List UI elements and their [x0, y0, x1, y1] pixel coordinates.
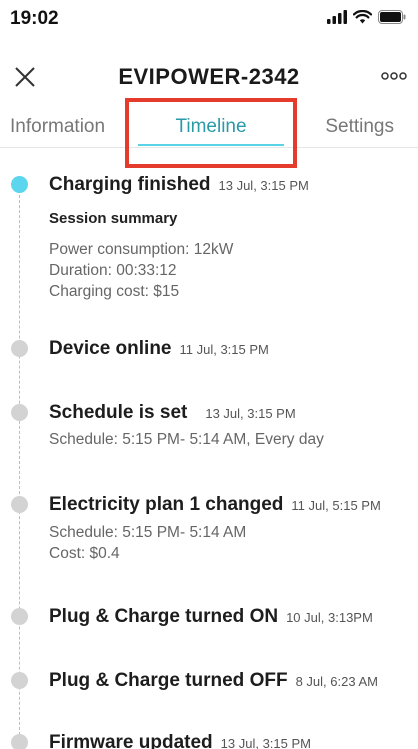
event-detail: Power consumption: 12kW — [49, 241, 234, 258]
timeline-event[interactable]: Firmware updated 13 Jul, 3:15 PM — [0, 726, 418, 749]
event-time: 8 Jul, 6:23 AM — [295, 674, 378, 689]
battery-icon — [378, 10, 406, 24]
event-title: Device online — [49, 338, 172, 359]
event-detail: Schedule: 5:15 PM- 5:14 AM — [49, 524, 247, 541]
event-title: Charging finished — [49, 174, 211, 195]
event-subtitle: Session summary — [49, 210, 178, 227]
wifi-icon — [353, 10, 372, 24]
more-icon — [381, 72, 407, 80]
tab-settings[interactable]: Settings — [325, 116, 394, 138]
event-title: Electricity plan 1 changed — [49, 494, 284, 515]
status-icons — [327, 10, 406, 24]
event-title: Plug & Charge turned ON — [49, 606, 279, 627]
event-detail: Schedule: 5:15 PM- 5:14 AM, Every day — [49, 431, 324, 448]
event-detail: Charging cost: $15 — [49, 283, 180, 300]
timeline-dot — [11, 404, 28, 421]
timeline-event[interactable]: Plug & Charge turned OFF 8 Jul, 6:23 AM — [0, 664, 418, 704]
event-detail: Cost: $0.4 — [49, 545, 120, 562]
event-title: Firmware updated — [49, 732, 213, 749]
event-time: 10 Jul, 3:13PM — [286, 610, 373, 625]
tab-information[interactable]: Information — [10, 116, 105, 138]
event-time: 13 Jul, 3:15 PM — [218, 178, 309, 193]
timeline: Charging finished 13 Jul, 3:15 PM Sessio… — [0, 160, 418, 749]
more-options-button[interactable] — [380, 66, 408, 86]
timeline-event[interactable]: Schedule is set 13 Jul, 3:15 PM Schedule… — [0, 396, 418, 466]
event-time: 11 Jul, 5:15 PM — [291, 498, 381, 513]
timeline-event[interactable]: Device online 11 Jul, 3:15 PM — [0, 332, 418, 372]
timeline-dot — [11, 734, 28, 749]
timeline-dot — [11, 672, 28, 689]
timeline-dot — [11, 608, 28, 625]
event-time: 13 Jul, 3:15 PM — [205, 406, 296, 421]
timeline-event[interactable]: Charging finished 13 Jul, 3:15 PM Sessio… — [0, 168, 418, 318]
event-detail: Duration: 00:33:12 — [49, 262, 177, 279]
timeline-dot — [11, 496, 28, 513]
page-title: EVIPOWER-2342 — [118, 64, 300, 89]
timeline-event[interactable]: Electricity plan 1 changed 11 Jul, 5:15 … — [0, 488, 418, 578]
event-time: 11 Jul, 3:15 PM — [179, 342, 269, 357]
signal-icon — [327, 10, 347, 24]
highlight-box — [125, 98, 297, 168]
event-title: Schedule is set — [49, 402, 188, 423]
status-time: 19:02 — [10, 8, 59, 29]
timeline-dot-active — [11, 176, 28, 193]
status-bar: 19:02 — [0, 0, 418, 40]
timeline-dot — [11, 340, 28, 357]
timeline-event[interactable]: Plug & Charge turned ON 10 Jul, 3:13PM — [0, 600, 418, 640]
event-title: Plug & Charge turned OFF — [49, 670, 288, 691]
event-time: 13 Jul, 3:15 PM — [220, 736, 311, 749]
header: EVIPOWER-2342 — [0, 52, 418, 102]
